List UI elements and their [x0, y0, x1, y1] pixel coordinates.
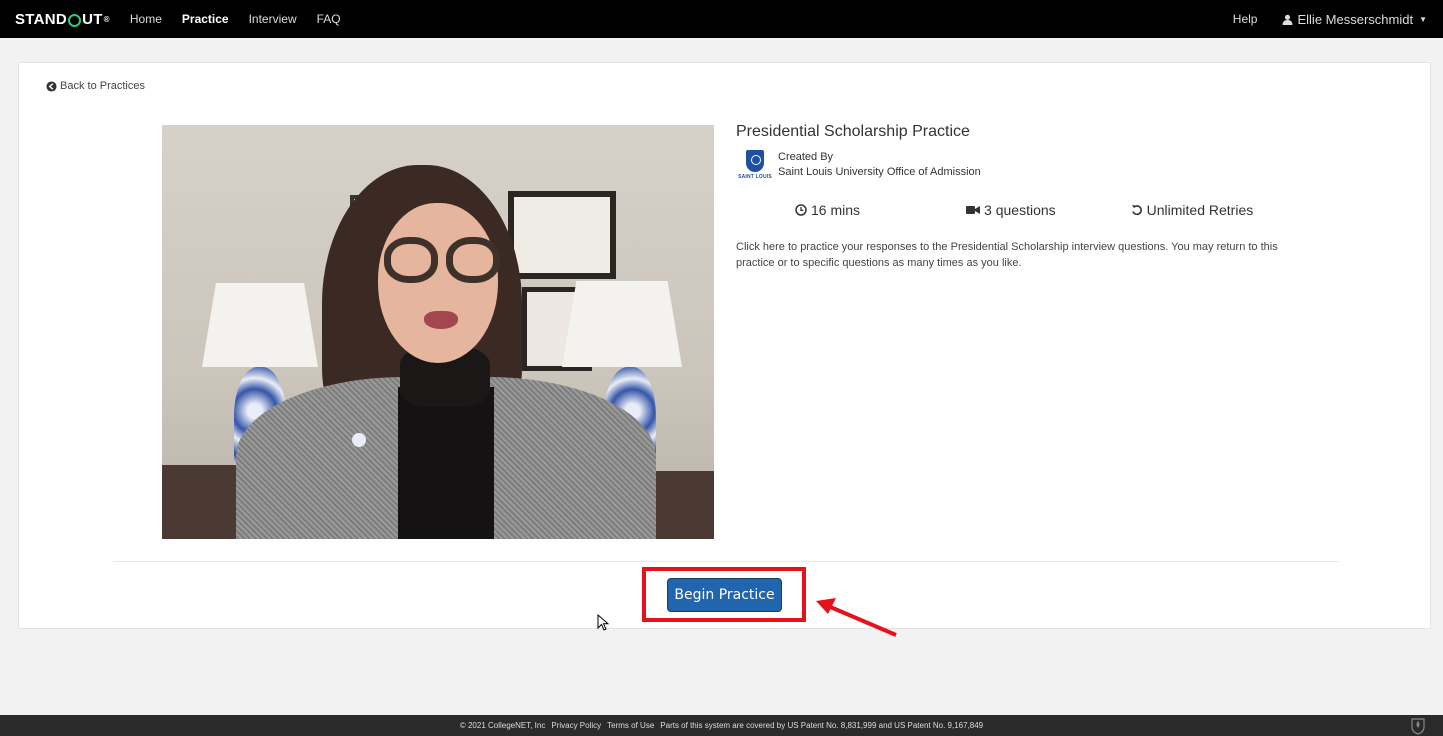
brand-trademark: ® [103, 14, 110, 24]
begin-practice-button[interactable]: Begin Practice [667, 578, 782, 612]
practice-intro-video[interactable] [162, 125, 714, 539]
duration-value: 16 mins [811, 202, 861, 218]
practice-description: Click here to practice your responses to… [736, 241, 1278, 269]
retries-stat: Unlimited Retries [1131, 202, 1254, 218]
nav-help[interactable]: Help [1233, 12, 1258, 26]
presenter-turtleneck [398, 387, 494, 539]
presenter-mouth [424, 311, 458, 329]
slu-crest-icon [746, 150, 764, 172]
clock-icon [795, 204, 807, 216]
fleur-de-lis-icon [1411, 718, 1425, 735]
retries-value: Unlimited Retries [1146, 202, 1254, 218]
presenter-glasses [384, 237, 504, 287]
footer-copyright: © 2021 CollegeNET, Inc [459, 721, 546, 730]
created-by-label: Created By [778, 151, 834, 163]
practice-stats: 16 mins 3 questions Unlimited Retries [736, 202, 1276, 218]
creator-text: Created By Saint Louis University Office… [778, 150, 981, 180]
nav-practice[interactable]: Practice [182, 12, 229, 26]
undo-icon [1131, 205, 1142, 216]
brand-text-end: UT [82, 10, 103, 28]
standout-logo[interactable]: STAND UT ® [15, 11, 110, 28]
practice-title: Presidential Scholarship Practice [736, 123, 970, 140]
duration-stat: 16 mins [795, 202, 860, 218]
red-arrow-annotation [816, 598, 897, 637]
card-divider [113, 561, 1339, 562]
footer-privacy-link[interactable]: Privacy Policy [551, 721, 601, 730]
caret-down-icon: ▼ [1419, 14, 1427, 24]
page-footer: © 2021 CollegeNET, Inc Privacy Policy Te… [0, 715, 1443, 736]
brand-o-ring-icon [68, 13, 82, 27]
questions-stat: 3 questions [966, 202, 1056, 218]
questions-value: 3 questions [984, 202, 1056, 218]
nav-faq[interactable]: FAQ [317, 12, 341, 26]
top-navbar: STAND UT ® Home Practice Interview FAQ Hel… [0, 0, 1443, 38]
footer-patent-text: Parts of this system are covered by US P… [660, 721, 984, 730]
user-icon [1283, 14, 1293, 25]
lamp-shade [202, 283, 318, 367]
lamp-shade [562, 281, 682, 367]
practice-card: Back to Practices Presidential Scholarsh… [18, 62, 1431, 629]
slu-logo-text: SAINT LOUIS [738, 174, 772, 180]
nav-right: Help Ellie Messerschmidt ▼ [1233, 12, 1443, 27]
lapel-pin [352, 433, 366, 447]
mouse-cursor-icon [597, 614, 609, 631]
back-to-practices-link[interactable]: Back to Practices [46, 80, 145, 92]
creator-block: SAINT LOUIS Created By Saint Louis Unive… [736, 150, 1296, 190]
user-name: Ellie Messerschmidt [1297, 11, 1414, 27]
brand-text-start: STAND [15, 10, 68, 28]
nav-links: Home Practice Interview FAQ [130, 12, 361, 26]
circle-arrow-left-icon [46, 80, 57, 92]
diploma-frame [508, 191, 616, 279]
footer-terms-link[interactable]: Terms of Use [607, 721, 654, 730]
slu-logo: SAINT LOUIS [736, 150, 774, 190]
practice-info: Presidential Scholarship Practice SAINT … [736, 123, 1296, 271]
video-camera-icon [966, 206, 981, 214]
nav-home[interactable]: Home [130, 12, 162, 26]
user-menu[interactable]: Ellie Messerschmidt ▼ [1282, 12, 1427, 27]
back-link-label: Back to Practices [60, 80, 145, 92]
nav-interview[interactable]: Interview [249, 12, 297, 26]
creator-name: Saint Louis University Office of Admissi… [778, 166, 981, 178]
